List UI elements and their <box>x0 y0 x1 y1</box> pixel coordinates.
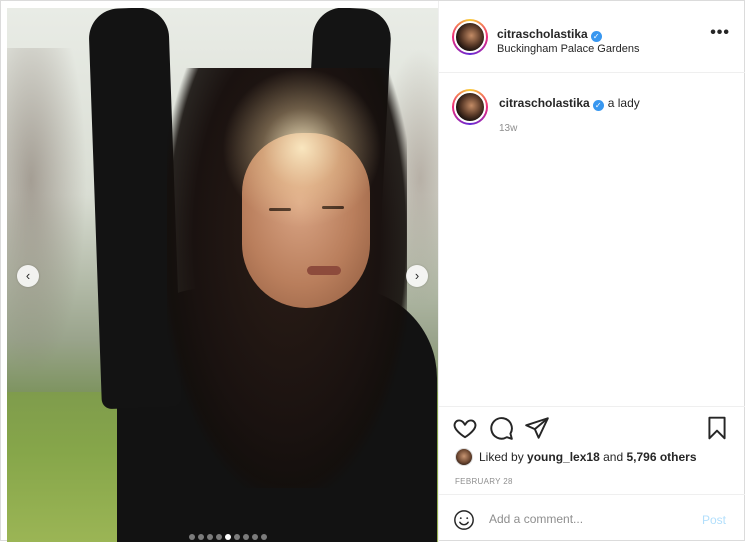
carousel-dot <box>252 534 258 540</box>
emoji-smile-icon[interactable] <box>453 509 475 531</box>
carousel-dot <box>198 534 204 540</box>
caption-row: citrascholastika ✓ a lady <box>499 96 640 111</box>
caption-timestamp[interactable]: 13w <box>499 123 517 134</box>
location-link[interactable]: Buckingham Palace Gardens <box>497 43 639 55</box>
caption-username-link[interactable]: citrascholastika <box>499 96 590 110</box>
likes-and: and <box>603 450 624 464</box>
username-link[interactable]: citrascholastika <box>497 27 588 41</box>
background-tree <box>7 48 87 378</box>
sun-flare <box>222 68 382 228</box>
subject-lips <box>307 266 341 275</box>
heart-icon[interactable] <box>452 415 478 441</box>
comment-icon[interactable] <box>488 415 514 441</box>
action-bar: Liked by young_lex18 and 5,796 others FE… <box>439 406 745 494</box>
carousel-dot <box>216 534 222 540</box>
bookmark-icon[interactable] <box>704 415 730 441</box>
username-row: citrascholastika ✓ <box>497 25 602 43</box>
comment-form: Post <box>439 494 745 542</box>
caption-text: a lady <box>607 96 640 110</box>
chevron-right-icon[interactable]: › <box>406 265 428 287</box>
verified-badge-icon: ✓ <box>590 31 602 42</box>
likes-count-link[interactable]: 5,796 others <box>626 450 696 464</box>
carousel-dot <box>234 534 240 540</box>
post-sidebar: citrascholastika ✓ Buckingham Palace Gard… <box>438 1 745 542</box>
verified-badge-icon: ✓ <box>592 100 604 111</box>
carousel-indicator <box>189 534 267 540</box>
carousel-dot <box>261 534 267 540</box>
post-header: citrascholastika ✓ Buckingham Palace Gard… <box>439 1 745 73</box>
carousel-dot <box>243 534 249 540</box>
caption-section: citrascholastika ✓ a lady 13w <box>439 73 745 406</box>
carousel-dot <box>207 534 213 540</box>
post-photo[interactable] <box>7 8 438 542</box>
more-options-icon[interactable]: ••• <box>710 25 730 41</box>
post-date[interactable]: FEBRUARY 28 <box>455 477 513 486</box>
carousel-dot <box>225 534 231 540</box>
avatar[interactable] <box>452 89 488 125</box>
chevron-left-icon[interactable]: ‹ <box>17 265 39 287</box>
likes-prefix: Liked by <box>479 450 524 464</box>
avatar[interactable] <box>455 448 473 466</box>
avatar[interactable] <box>452 19 488 55</box>
likes-summary: Liked by young_lex18 and 5,796 others <box>455 447 697 467</box>
paper-plane-icon[interactable] <box>524 415 550 441</box>
comment-input[interactable] <box>489 507 689 531</box>
instagram-post-modal: ‹ › citrascholastika ✓ Buckingham Palace … <box>0 0 745 542</box>
carousel-dot <box>189 534 195 540</box>
post-comment-button[interactable]: Post <box>702 513 726 527</box>
liker-username-link[interactable]: young_lex18 <box>527 450 600 464</box>
